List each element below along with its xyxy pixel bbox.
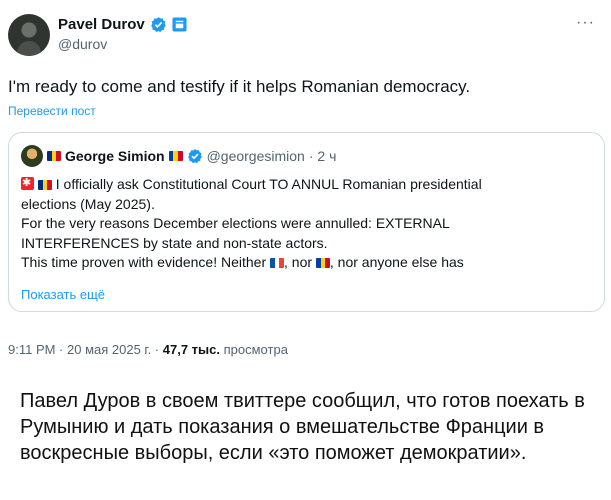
translate-link[interactable]: Перевести пост: [8, 104, 96, 118]
quote-text-line: elections (May 2025).: [21, 195, 155, 212]
quote-text: I officially ask Constitutional Court TO…: [21, 174, 591, 273]
quote-line: I officially ask Constitutional Court TO…: [21, 174, 591, 195]
quote-time[interactable]: · 2 ч: [309, 148, 337, 164]
verified-badge-icon: [150, 16, 166, 32]
author-avatar[interactable]: [8, 14, 50, 56]
affiliate-badge-icon[interactable]: [172, 16, 187, 32]
quote-text-line: , nor anyone else has: [329, 254, 464, 270]
flag-romania-icon: [37, 180, 52, 191]
quote-text-line: , nor: [284, 254, 313, 270]
quote-line: This time proven with evidence! Neither …: [21, 253, 591, 273]
quote-text-line: For the very reasons December elections …: [21, 215, 450, 231]
quote-text-line: This time proven with evidence! Neither: [21, 254, 267, 270]
flag-moldova-icon: [315, 258, 330, 269]
tweet-text: I'm ready to come and testify if it help…: [8, 77, 471, 96]
quote-text-line: INTERFERENCES by state and non-state act…: [21, 234, 328, 251]
author-name-row: Pavel Durov: [58, 14, 187, 34]
tweet-timestamp[interactable]: 9:11 PM · 20 мая 2025 г. ·: [8, 342, 159, 357]
views-count[interactable]: 47,7 тыс.: [163, 342, 220, 357]
flag-france-icon: [270, 258, 284, 269]
quote-author-avatar[interactable]: [21, 145, 43, 167]
tweet-meta: 9:11 PM · 20 мая 2025 г. · 47,7 тыс. про…: [8, 342, 288, 357]
flag-romania-icon: [47, 151, 61, 161]
quote-author-handle[interactable]: @georgesimion: [207, 148, 305, 164]
more-icon[interactable]: ···: [576, 14, 595, 32]
alert-icon: [21, 174, 34, 194]
author-name[interactable]: Pavel Durov: [58, 16, 145, 33]
quoted-tweet[interactable]: George Simion @georgesimion · 2 ч I offi…: [8, 132, 605, 312]
author-handle[interactable]: @durov: [58, 36, 107, 52]
show-more-link[interactable]: Показать ещё: [21, 287, 105, 302]
quote-text-line: I officially ask Constitutional Court TO…: [55, 176, 482, 192]
verified-badge-icon: [187, 149, 202, 164]
views-label: просмотра: [223, 342, 288, 357]
quote-author-name[interactable]: George Simion: [65, 148, 165, 164]
tweet-card: Pavel Durov @durov ··· I'm ready to come…: [0, 0, 611, 368]
news-caption: Павел Дуров в своем твиттере сообщил, чт…: [20, 390, 585, 464]
quote-header: George Simion @georgesimion · 2 ч: [21, 145, 337, 167]
flag-moldova-icon: [168, 151, 183, 161]
